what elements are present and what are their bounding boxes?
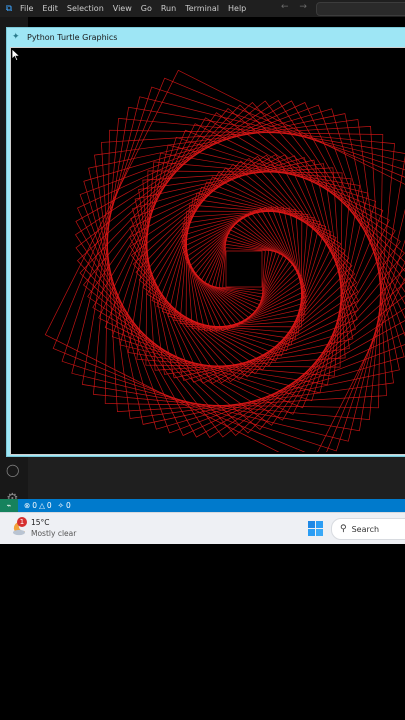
taskbar-search[interactable]: ⚲ Search (331, 518, 405, 540)
spiral-square (132, 157, 356, 381)
menu-terminal[interactable]: Terminal (185, 4, 219, 13)
menu-file[interactable]: File (20, 4, 33, 13)
spiral-square (136, 161, 352, 377)
spiral-square (135, 160, 353, 378)
spiral-square (130, 155, 358, 383)
status-bar: ⌁ ⊗ 0 △ 0 ✧ 0 (0, 499, 405, 512)
menu-run[interactable]: Run (161, 4, 176, 13)
remote-button[interactable]: ⌁ (0, 499, 18, 512)
turtle-canvas[interactable] (10, 47, 405, 455)
menu-help[interactable]: Help (228, 4, 246, 13)
spiral-square (101, 126, 387, 412)
feather-icon: ✦ (12, 32, 20, 42)
problems-indicator[interactable]: ⊗ 0 △ 0 (24, 501, 52, 510)
menu-selection[interactable]: Selection (67, 4, 104, 13)
turtle-titlebar[interactable]: ✦ Python Turtle Graphics (7, 28, 405, 46)
spiral-square (138, 163, 350, 375)
spiral-square (77, 102, 405, 436)
spiral-square (182, 207, 306, 331)
spiral-square (145, 170, 343, 368)
spiral-square (88, 113, 400, 425)
spiral-square (182, 207, 306, 331)
vscode-menu-bar: ⧉ File Edit Selection View Go Run Termin… (0, 0, 405, 17)
spiral-square (87, 112, 401, 426)
menu-edit[interactable]: Edit (42, 4, 58, 13)
spiral-square (81, 106, 405, 432)
error-icon: ⊗ (24, 501, 31, 510)
vscode-logo-icon: ⧉ (5, 3, 13, 14)
spiral-square (188, 213, 300, 325)
spiral-square (184, 209, 304, 329)
error-count: 0 (32, 501, 38, 510)
spiral-square (138, 163, 350, 375)
menu-go[interactable]: Go (141, 4, 152, 13)
nav-arrows: ← → (281, 2, 315, 12)
ports-count: 0 (65, 501, 71, 510)
spiral-square (111, 136, 377, 402)
editor-area (28, 455, 405, 499)
forward-arrow-icon[interactable]: → (299, 2, 307, 12)
spiral-square (129, 154, 359, 384)
spiral-square (130, 155, 358, 383)
weather-temperature[interactable]: 15°C (31, 518, 50, 527)
spiral-square (184, 209, 304, 329)
spiral-square (181, 206, 307, 332)
weather-condition[interactable]: Mostly clear (31, 529, 76, 538)
spiral-square (129, 154, 359, 384)
spiral-square (142, 167, 346, 371)
ports-indicator[interactable]: ✧ 0 (58, 501, 71, 510)
spiral-square (132, 157, 356, 381)
turtle-window: ✦ Python Turtle Graphics (6, 27, 405, 457)
search-label: Search (351, 524, 380, 534)
spiral-square (225, 250, 263, 288)
spiral-drawing (44, 69, 405, 452)
spiral-square (142, 167, 346, 371)
spiral-square (129, 154, 359, 384)
menu-view[interactable]: View (113, 4, 132, 13)
back-arrow-icon[interactable]: ← (281, 2, 289, 12)
screen: ⧉ File Edit Selection View Go Run Termin… (0, 0, 405, 720)
spiral-square (77, 102, 405, 436)
windows-start-icon[interactable] (308, 521, 323, 536)
window-title: Python Turtle Graphics (27, 32, 118, 42)
taskbar: 1 15°C Mostly clear ⚲ Search (0, 512, 405, 544)
spiral-square (191, 216, 297, 322)
spiral-square (218, 243, 270, 295)
search-icon: ⚲ (340, 524, 347, 534)
account-icon[interactable]: ◯ (6, 463, 19, 477)
warning-icon: △ (39, 501, 45, 510)
spiral-square (119, 144, 369, 394)
notification-badge: 1 (17, 517, 27, 527)
spiral-square (173, 198, 315, 340)
mouse-cursor-icon (11, 48, 21, 62)
spiral-square (83, 108, 405, 430)
command-center[interactable] (316, 2, 405, 16)
spiral-square (194, 219, 294, 319)
spiral-square (156, 181, 332, 357)
warning-count: 0 (46, 501, 52, 510)
spiral-square (222, 247, 266, 291)
spiral-square (134, 159, 354, 379)
ports-icon: ✧ (57, 501, 64, 510)
